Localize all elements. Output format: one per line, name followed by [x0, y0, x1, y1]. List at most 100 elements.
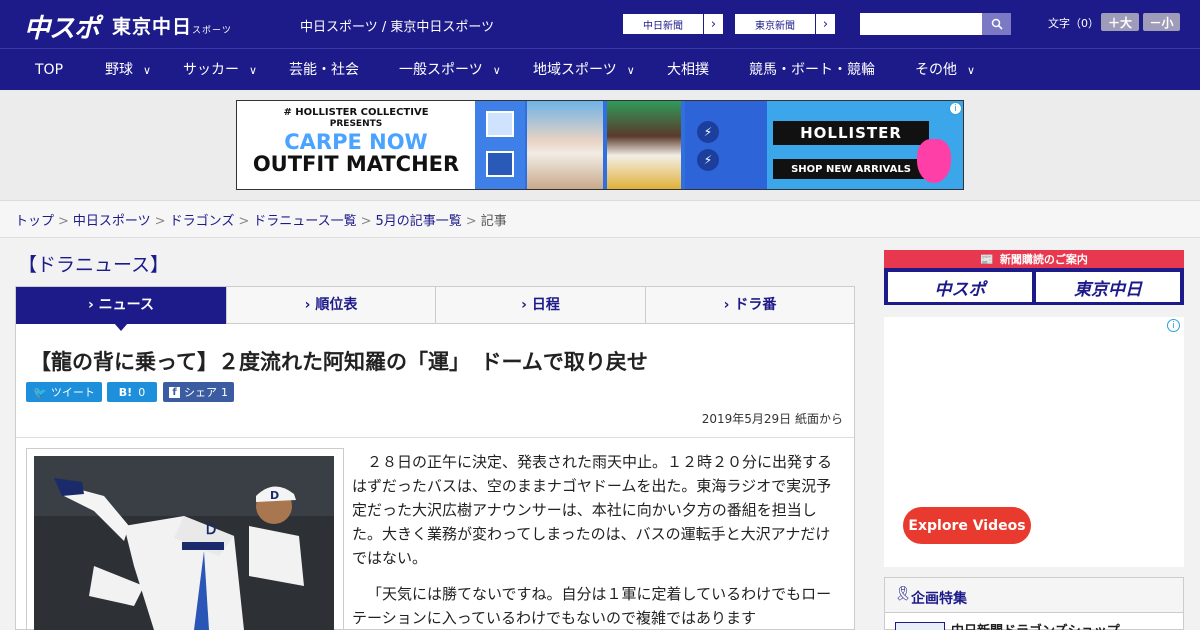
- twitter-icon: 🐦: [33, 385, 47, 399]
- ad-model-photo: [527, 101, 603, 189]
- facebook-share-button[interactable]: f シェア 1: [163, 382, 234, 402]
- breadcrumb-chunichi-sports[interactable]: 中日スポーツ: [73, 214, 151, 229]
- ribbon-icon: 🎗: [894, 586, 912, 602]
- font-size-label: 文字（0）: [1048, 17, 1099, 30]
- tab-standings[interactable]: › 順位表: [227, 287, 436, 324]
- video-ad: i Explore Videos: [884, 317, 1184, 567]
- feature-header: 🎗 企画特集: [885, 578, 1183, 613]
- newspaper-icon: 📰: [980, 252, 994, 266]
- ad-text-panel: # HOLLISTER COLLECTIVE PRESENTS CARPE NO…: [237, 101, 475, 189]
- tab-label: 順位表: [315, 297, 358, 313]
- nav-label: 大相撲: [667, 62, 709, 78]
- logo-sub-small: スポーツ: [192, 26, 232, 36]
- chuspo-logo[interactable]: 中スポ: [24, 8, 100, 45]
- tab-label: ドラ番: [734, 297, 777, 313]
- image-icon: [486, 151, 514, 177]
- breadcrumb-separator: >: [238, 214, 250, 229]
- nav-label: 芸能・社会: [289, 62, 359, 78]
- article-date: 2019年5月29日 紙面から: [701, 412, 843, 426]
- nav-item-entertainment[interactable]: 芸能・社会: [289, 49, 359, 91]
- feature-box: 🎗 企画特集 中日新聞ドラゴンズショップ: [884, 577, 1184, 630]
- tweet-button[interactable]: 🐦 ツイート: [26, 382, 102, 402]
- tongue-graphic: [917, 139, 951, 183]
- search-button[interactable]: [982, 13, 1011, 35]
- nav-item-top[interactable]: TOP: [35, 49, 63, 91]
- tokyo-shimbun-link[interactable]: 東京新聞 ›: [734, 13, 836, 35]
- nav-item-sumo[interactable]: 大相撲: [667, 49, 709, 91]
- chevron-down-icon: ∨: [626, 64, 635, 77]
- nav-item-baseball[interactable]: 野球 ∨: [105, 49, 151, 91]
- breadcrumb-dragons[interactable]: ドラゴンズ: [170, 214, 235, 229]
- breadcrumb-separator: >: [360, 214, 372, 229]
- nav-label: 地域スポーツ: [533, 62, 617, 78]
- ad-logo-panel: HOLLISTER SHOP NEW ARRIVALS: [767, 101, 963, 189]
- nav-item-other[interactable]: その他 ∨: [915, 49, 975, 91]
- search-input[interactable]: [860, 13, 982, 35]
- font-bigger-button[interactable]: ＋大: [1101, 13, 1139, 31]
- feature-title: 企画特集: [911, 591, 967, 607]
- nav-item-racing[interactable]: 競馬・ボート・競輪: [749, 49, 875, 91]
- breadcrumb-dora-news-list[interactable]: ドラニュース一覧: [253, 214, 356, 229]
- font-smaller-button[interactable]: －小: [1143, 13, 1180, 31]
- tab-schedule[interactable]: › 日程: [436, 287, 646, 324]
- article-body: ２８日の正午に決定、発表された雨天中止。１２時２０分に出発するはずだったバスは、…: [352, 450, 832, 630]
- nav-item-general-sports[interactable]: 一般スポーツ ∨: [399, 49, 501, 91]
- chevron-down-icon: ∨: [967, 64, 976, 77]
- nav-label: 一般スポーツ: [399, 62, 483, 78]
- subscription-header: 📰 新聞購読のご案内: [884, 250, 1184, 268]
- main-nav: TOP 野球 ∨ サッカー ∨ 芸能・社会 一般スポーツ ∨ 地域スポーツ ∨ 大相撲 …: [0, 48, 1200, 90]
- lightning-icon: ⚡: [697, 149, 719, 171]
- chuspo-sub-logo[interactable]: 中スポ: [888, 272, 1032, 302]
- tweet-label: ツイート: [50, 386, 95, 399]
- tab-dora-ban[interactable]: › ドラ番: [646, 287, 854, 324]
- nav-item-local-sports[interactable]: 地域スポーツ ∨: [533, 49, 635, 91]
- chevron-right-icon: ›: [815, 14, 835, 34]
- article-paragraph: 「天気には勝てないですね。自分は１軍に定着しているわけでもローテーションに入って…: [352, 585, 832, 627]
- pitcher-photo[interactable]: D Ｄ: [34, 456, 334, 630]
- chevron-down-icon: ∨: [143, 64, 152, 77]
- nav-label: 野球: [105, 62, 133, 78]
- tab-news[interactable]: › ニュース: [16, 287, 227, 324]
- subscription-header-label: 新聞購読のご案内: [999, 253, 1088, 266]
- divider: [16, 437, 854, 438]
- breadcrumb-separator: >: [58, 214, 69, 229]
- hollister-ad-banner[interactable]: # HOLLISTER COLLECTIVE PRESENTS CARPE NO…: [236, 100, 964, 190]
- hatena-bookmark-button[interactable]: B! 0: [107, 382, 157, 402]
- grid-icon: [486, 111, 514, 137]
- ad-cta[interactable]: SHOP NEW ARRIVALS: [773, 159, 929, 179]
- facebook-count: 1: [221, 385, 228, 399]
- hollister-logo: HOLLISTER: [773, 121, 929, 145]
- breadcrumb: トップ > 中日スポーツ > ドラゴンズ > ドラニュース一覧 >5月の記事一覧 > 記事: [15, 210, 507, 229]
- paper-link-label: 東京新聞: [755, 20, 795, 32]
- ad-headline-1: CARPE NOW: [284, 130, 428, 154]
- ad-icon-column: [475, 101, 525, 189]
- ad-brand: # HOLLISTER COLLECTIVE: [283, 107, 429, 118]
- ad-headline-2: OUTFIT MATCHER: [252, 152, 460, 176]
- subscription-banner[interactable]: 📰 新聞購読のご案内 中スポ 東京中日: [884, 250, 1184, 305]
- feature-thumbnail[interactable]: [895, 622, 945, 630]
- explore-videos-button[interactable]: Explore Videos: [903, 507, 1031, 544]
- tokyo-chunichi-logo[interactable]: 東京中日スポーツ: [112, 12, 232, 39]
- tab-label: ニュース: [98, 297, 154, 313]
- chevron-right-icon: ›: [521, 297, 532, 313]
- breadcrumb-top[interactable]: トップ: [15, 214, 54, 229]
- ad-presents: PRESENTS: [329, 119, 383, 129]
- search-icon: [991, 18, 1003, 30]
- tokyo-chunichi-sub-logo[interactable]: 東京中日: [1036, 272, 1180, 302]
- nav-label: サッカー: [183, 62, 239, 78]
- chunichi-shimbun-link[interactable]: 中日新聞 ›: [622, 13, 724, 35]
- breadcrumb-may-articles[interactable]: 5月の記事一覧: [376, 214, 462, 229]
- chevron-right-icon: ›: [703, 14, 723, 34]
- ad-model-photo: [607, 101, 681, 189]
- section-title: 【ドラニュース】: [18, 254, 170, 276]
- logo-sub-text: 東京中日: [112, 16, 193, 38]
- ad-info-icon[interactable]: i: [1167, 319, 1180, 332]
- ad-bolt-panel: ⚡ ⚡: [685, 101, 767, 189]
- nav-label: その他: [915, 62, 957, 78]
- active-tab-pointer: [114, 323, 128, 331]
- ad-info-icon[interactable]: i: [949, 102, 962, 115]
- tab-label: 日程: [531, 297, 560, 313]
- feature-item-dragons-shop[interactable]: 中日新聞ドラゴンズショップ: [951, 620, 1120, 630]
- nav-item-soccer[interactable]: サッカー ∨: [183, 49, 257, 91]
- hatena-count: 0: [138, 385, 146, 399]
